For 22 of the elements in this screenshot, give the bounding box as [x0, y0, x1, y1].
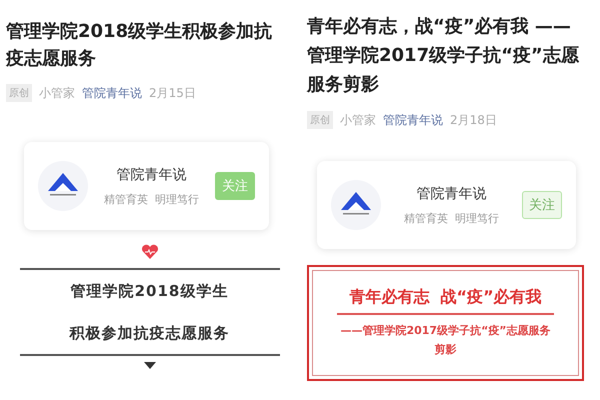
publish-date: 2月15日: [149, 84, 196, 102]
original-tag: 原创: [6, 84, 32, 102]
article-title: 青年必有志，战“疫”必有我 ——管理学院2017级学子抗“疫”志愿服务剪影: [307, 15, 579, 97]
banner-subtitle: ——管理学院2017级学子抗“疫”志愿服务 剪影: [340, 323, 551, 358]
account-link[interactable]: 管院青年说: [82, 84, 142, 102]
account-slogan: 精管育英 明理笃行: [404, 210, 499, 226]
account-slogan: 精管育英 明理笃行: [104, 192, 199, 206]
account-name: 管院青年说: [116, 166, 186, 184]
banner-text: 管理学院2018级学生: [70, 281, 228, 302]
author-name: 小管家: [39, 84, 75, 102]
banner-text: 积极参加抗疫志愿服务: [70, 323, 230, 344]
account-name: 管院青年说: [416, 184, 486, 202]
caret-icon: [144, 362, 156, 369]
account-link[interactable]: 管院青年说: [383, 112, 443, 128]
logo-icon: [38, 161, 88, 211]
original-tag: 原创: [307, 111, 333, 129]
article-title: 管理学院2018级学生积极参加抗疫志愿服务: [6, 20, 274, 71]
author-name: 小管家: [340, 112, 376, 128]
publish-date: 2月18日: [450, 112, 497, 128]
heartbeat-icon: [140, 244, 158, 260]
banner-heading: 青年必有志 战“疫”必有我: [337, 287, 554, 315]
logo-icon: [331, 180, 381, 230]
